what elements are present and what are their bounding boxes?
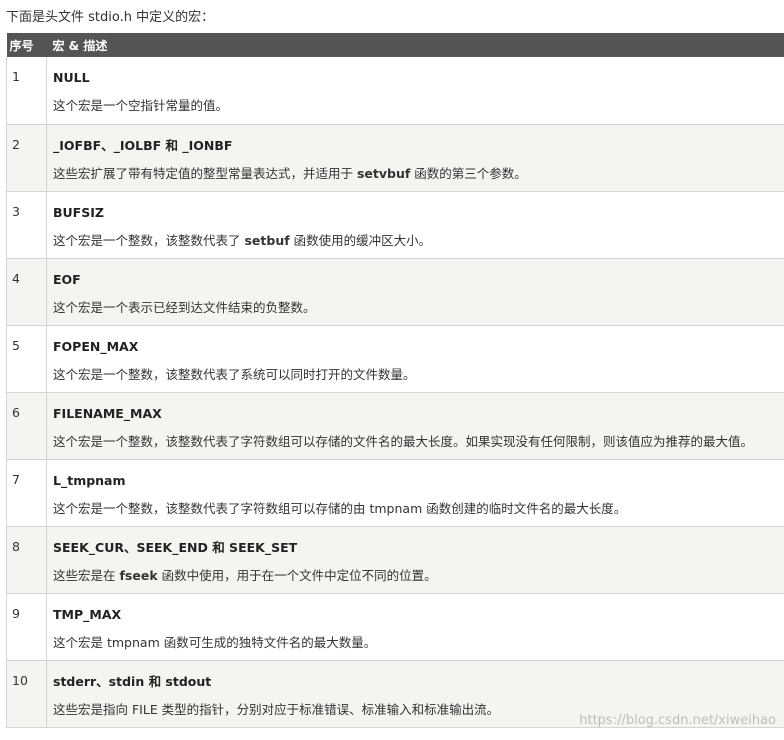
row-content: _IOFBF、_IOLBF 和 _IONBF 这些宏扩展了带有特定值的整型常量表…	[46, 124, 784, 192]
row-content: NULL 这个宏是一个空指针常量的值。	[46, 57, 784, 125]
description-text: 这个宏是一个整数，该整数代表了	[53, 232, 245, 248]
row-content: SEEK_CUR、SEEK_END 和 SEEK_SET 这些宏是在 fseek…	[46, 526, 784, 594]
table-row: 9 TMP_MAX 这个宏是 tmpnam 函数可生成的独特文件名的最大数量。	[6, 593, 784, 661]
function-name: setvbuf	[356, 165, 411, 181]
macro-description: 这个宏是一个表示已经到达文件结束的负整数。	[53, 299, 316, 315]
row-index: 5	[6, 325, 47, 393]
macro-description: 这个宏是一个整数，该整数代表了系统可以同时打开的文件数量。	[53, 366, 416, 382]
row-content: BUFSIZ 这个宏是一个整数，该整数代表了 setbuf 函数使用的缓冲区大小…	[46, 191, 784, 259]
row-index: 10	[6, 660, 47, 728]
table-row: 2 _IOFBF、_IOLBF 和 _IONBF 这些宏扩展了带有特定值的整型常…	[6, 124, 784, 192]
description-text: 函数中使用，用于在一个文件中定位不同的位置。	[157, 567, 437, 583]
row-index: 8	[6, 526, 47, 594]
table-header-row: 序号 宏 & 描述	[6, 33, 784, 57]
description-text: 函数使用的缓冲区大小。	[289, 232, 432, 248]
macro-description: 这些宏是在 fseek 函数中使用，用于在一个文件中定位不同的位置。	[53, 565, 784, 584]
table-row: 4 EOF 这个宏是一个表示已经到达文件结束的负整数。	[6, 258, 784, 326]
row-index: 7	[6, 459, 47, 527]
header-index: 序号	[6, 33, 47, 57]
row-content: TMP_MAX 这个宏是 tmpnam 函数可生成的独特文件名的最大数量。	[46, 593, 784, 661]
row-index: 3	[6, 191, 47, 259]
description-text: 这些宏扩展了带有特定值的整型常量表达式，并适用于	[53, 165, 357, 181]
macro-description: 这个宏是一个整数，该整数代表了字符数组可以存储的文件名的最大长度。如果实现没有任…	[53, 433, 754, 449]
watermark: https://blog.csdn.net/xiweihao	[579, 713, 776, 728]
macro-name: TMP_MAX	[53, 606, 122, 622]
table-row: 3 BUFSIZ 这个宏是一个整数，该整数代表了 setbuf 函数使用的缓冲区…	[6, 191, 784, 259]
macro-description: 这个宏是一个整数，该整数代表了字符数组可以存储的由 tmpnam 函数创建的临时…	[53, 500, 627, 516]
table-row: 8 SEEK_CUR、SEEK_END 和 SEEK_SET 这些宏是在 fse…	[6, 526, 784, 594]
macro-name: _IOFBF、_IOLBF 和 _IONBF	[53, 137, 233, 153]
intro-text: 下面是头文件 stdio.h 中定义的宏：	[6, 10, 215, 25]
header-macro: 宏 & 描述	[46, 33, 784, 57]
macro-name: EOF	[53, 271, 81, 287]
macro-name: FOPEN_MAX	[53, 338, 139, 354]
macro-description: 这个宏是一个整数，该整数代表了 setbuf 函数使用的缓冲区大小。	[53, 230, 784, 249]
row-content: L_tmpnam 这个宏是一个整数，该整数代表了字符数组可以存储的由 tmpna…	[46, 459, 784, 527]
macro-name: BUFSIZ	[53, 204, 104, 220]
row-index: 1	[6, 57, 47, 125]
macro-description: 这个宏是一个空指针常量的值。	[53, 98, 229, 113]
macro-name: NULL	[53, 70, 90, 85]
macro-description: 这个宏是 tmpnam 函数可生成的独特文件名的最大数量。	[53, 634, 377, 650]
row-index: 2	[6, 124, 47, 192]
description-text: 函数的第三个参数。	[410, 165, 527, 181]
row-content: FOPEN_MAX 这个宏是一个整数，该整数代表了系统可以同时打开的文件数量。	[46, 325, 784, 393]
macro-name: L_tmpnam	[53, 472, 126, 488]
macro-name: SEEK_CUR、SEEK_END 和 SEEK_SET	[53, 539, 298, 555]
macro-name: FILENAME_MAX	[53, 405, 162, 421]
row-index: 9	[6, 593, 47, 661]
function-name: setbuf	[244, 232, 290, 248]
macro-name: stderr、stdin 和 stdout	[53, 673, 212, 689]
row-content: EOF 这个宏是一个表示已经到达文件结束的负整数。	[46, 258, 784, 326]
table-row: 5 FOPEN_MAX 这个宏是一个整数，该整数代表了系统可以同时打开的文件数量…	[6, 325, 784, 393]
row-index: 6	[6, 392, 47, 460]
table-row: 6 FILENAME_MAX 这个宏是一个整数，该整数代表了字符数组可以存储的文…	[6, 392, 784, 460]
table-row: 1 NULL 这个宏是一个空指针常量的值。	[6, 57, 784, 125]
macro-table: 序号 宏 & 描述 1 NULL 这个宏是一个空指针常量的值。 2 _IOFBF…	[6, 33, 784, 728]
row-content: FILENAME_MAX 这个宏是一个整数，该整数代表了字符数组可以存储的文件名…	[46, 392, 784, 460]
row-index: 4	[6, 258, 47, 326]
function-name: fseek	[119, 567, 158, 583]
macro-description: 这些宏扩展了带有特定值的整型常量表达式，并适用于 setvbuf 函数的第三个参…	[53, 163, 784, 182]
table-row: 7 L_tmpnam 这个宏是一个整数，该整数代表了字符数组可以存储的由 tmp…	[6, 459, 784, 527]
description-text: 这些宏是在	[53, 567, 120, 583]
